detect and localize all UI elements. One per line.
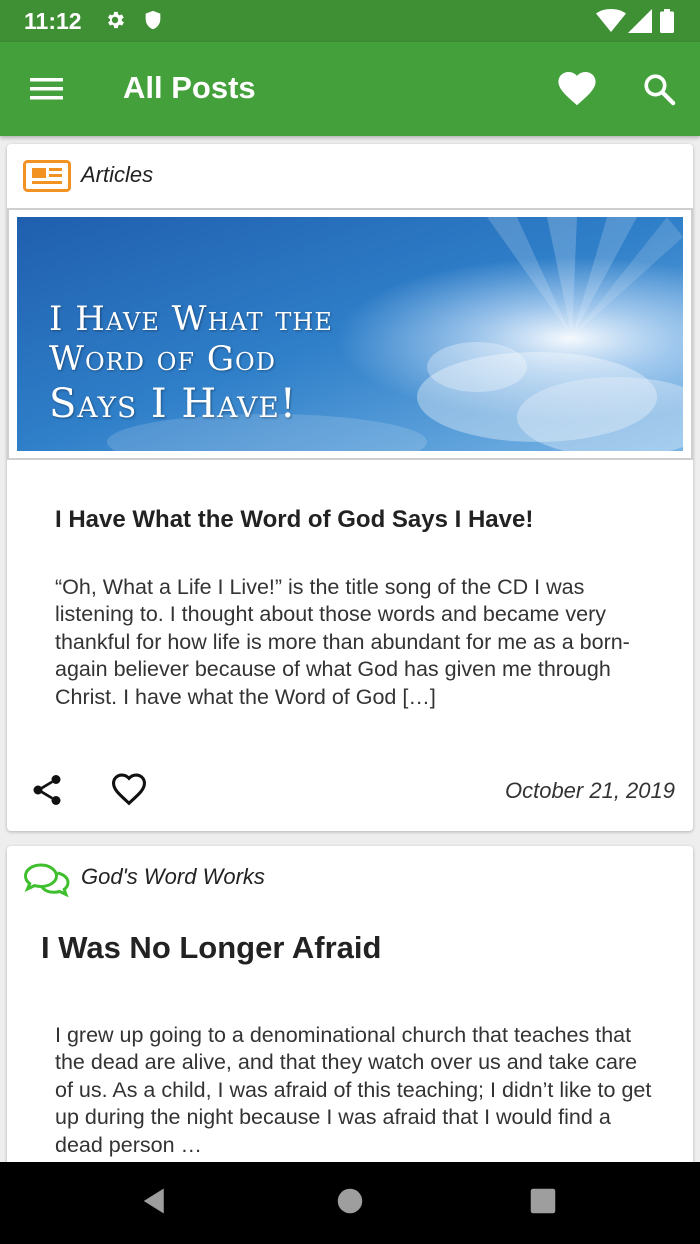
post-card[interactable]: Articles I Have What the Word of God Say…: [7, 144, 693, 831]
banner-text-line-2: Word of God: [49, 339, 276, 379]
post-title[interactable]: I Have What the Word of God Says I Have!: [55, 506, 655, 534]
wifi-icon: [596, 8, 626, 38]
home-icon[interactable]: [336, 1186, 364, 1221]
heart-icon[interactable]: [558, 72, 596, 111]
banner-text-line-3: Says I Have!: [49, 381, 297, 427]
post-card[interactable]: God's Word Works I Was No Longer Afraid …: [7, 846, 693, 1162]
recents-icon[interactable]: [529, 1186, 557, 1221]
page-title: All Posts: [123, 70, 256, 105]
navigation-bar: [0, 1162, 700, 1244]
category-label: God's Word Works: [81, 864, 265, 889]
shield-icon: [142, 9, 164, 36]
post-title[interactable]: I Was No Longer Afraid: [41, 930, 661, 966]
battery-icon: [660, 9, 674, 38]
status-time: 11:12: [24, 8, 82, 34]
chat-bubbles-icon: [23, 862, 71, 903]
post-date: October 21, 2019: [504, 778, 675, 803]
post-excerpt: “Oh, What a Life I Live!” is the title s…: [55, 575, 630, 709]
post-list[interactable]: Articles I Have What the Word of God Say…: [0, 136, 700, 1162]
heart-outline-icon[interactable]: [110, 772, 148, 811]
back-icon[interactable]: [140, 1186, 170, 1221]
category-label: Articles: [81, 162, 154, 187]
share-icon[interactable]: [29, 772, 65, 813]
newspaper-icon: [23, 160, 71, 197]
signal-icon: [628, 9, 652, 38]
search-icon[interactable]: [642, 72, 676, 111]
status-bar: 11:12: [0, 0, 700, 42]
post-image[interactable]: I Have What the Word of God Says I Have!: [7, 208, 693, 460]
post-banner: I Have What the Word of God Says I Have!: [17, 217, 683, 451]
banner-text-line-1: I Have What the: [49, 299, 333, 339]
app-bar: All Posts: [0, 42, 700, 136]
menu-icon[interactable]: [30, 75, 64, 108]
post-excerpt: I grew up going to a denominational chur…: [55, 1023, 652, 1157]
gear-icon: [104, 9, 126, 36]
